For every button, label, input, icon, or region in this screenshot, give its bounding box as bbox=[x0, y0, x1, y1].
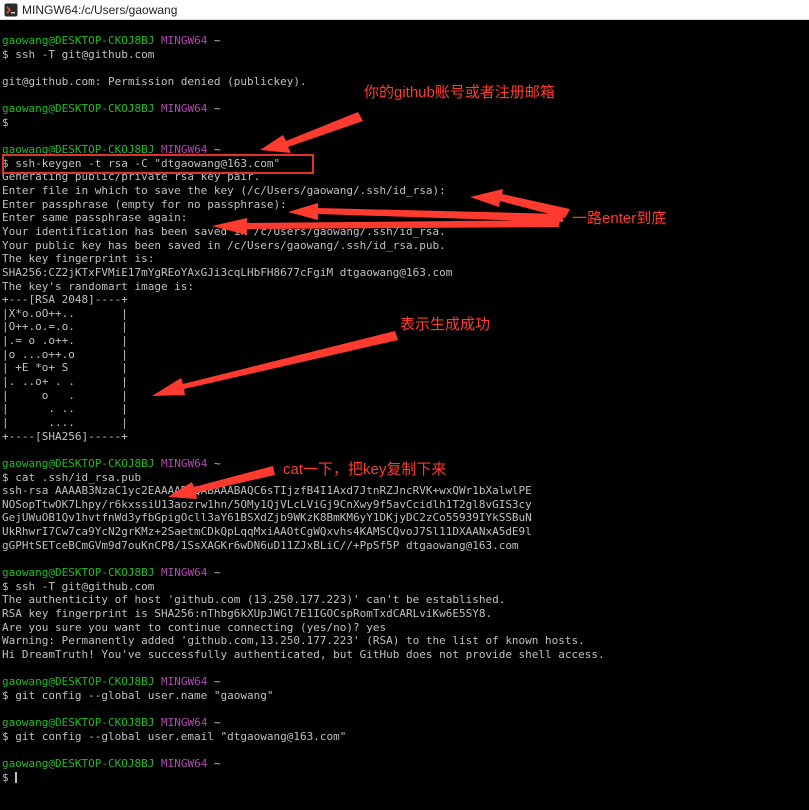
success-annotation: 表示生成成功 bbox=[400, 316, 491, 333]
email-annotation: 你的github账号或者注册邮箱 bbox=[364, 84, 555, 101]
annotation-arrows bbox=[152, 112, 570, 499]
cat-annotation: cat一下，把key复制下来 bbox=[283, 461, 447, 478]
enter-annotation: 一路enter到底 bbox=[572, 210, 667, 227]
arrow-to-same-passphrase-prompt bbox=[212, 218, 560, 235]
arrow-to-cat-command bbox=[168, 466, 275, 499]
arrow-to-randomart bbox=[152, 331, 398, 396]
arrow-to-keygen-command bbox=[260, 112, 363, 153]
